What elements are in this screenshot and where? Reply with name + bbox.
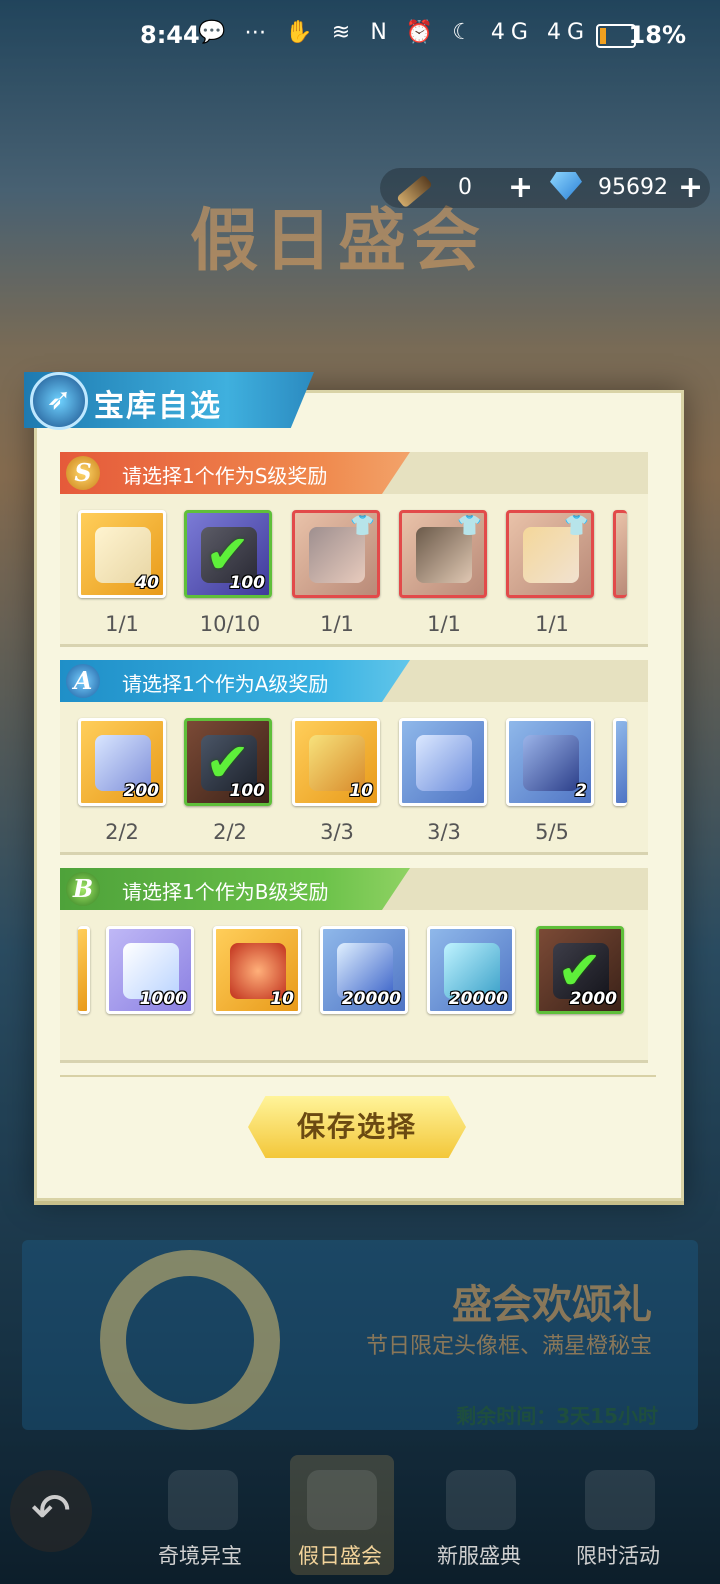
add-gems-button[interactable]: +	[678, 170, 703, 205]
item-count-label: 2/2	[213, 820, 247, 844]
a-reward-item[interactable]: 10	[292, 718, 380, 806]
item-count-label: 1/1	[535, 612, 569, 636]
outfit-badge-icon: 👕	[564, 513, 589, 537]
back-arrow-icon[interactable]: ↶	[10, 1470, 92, 1552]
s-section-title: 请选择1个作为S级奖励	[122, 464, 328, 488]
compass-icon: ➶	[30, 372, 88, 430]
item-count-label: 3/3	[427, 820, 461, 844]
nav-item-wonder-treasure[interactable]: 奇境异宝	[158, 1540, 242, 1570]
s-reward-item[interactable]: 40	[78, 510, 166, 598]
b-reward-item[interactable]: 20000	[320, 926, 408, 1014]
holiday-party-icon	[307, 1470, 377, 1530]
save-selection-button[interactable]: 保存选择	[248, 1096, 466, 1158]
a-reward-item-partial[interactable]	[613, 718, 627, 806]
rune-stone-icon	[523, 735, 579, 791]
welcome-time-left: 剩余时间：3天15小时	[456, 1404, 658, 1428]
welcome-title: 盛会欢颂礼	[452, 1282, 652, 1328]
nav-item-holiday-party[interactable]: 假日盛会	[298, 1540, 382, 1570]
outfit-badge-icon: 👕	[457, 513, 482, 537]
a-reward-item[interactable]	[399, 718, 487, 806]
wonder-treasure-icon	[168, 1470, 238, 1530]
item-count-label: 1/1	[427, 612, 461, 636]
gem-count: 95692	[598, 175, 668, 200]
status-bar: 8:44 💬 ⋯ ✋ ≋ N ⏰ ☾ 4G 4G 18%	[0, 0, 720, 70]
b-section-title: 请选择1个作为B级奖励	[122, 880, 329, 904]
s-grade-icon: S	[66, 456, 100, 490]
battery-percent: 18%	[628, 21, 686, 49]
flower-wreath-icon	[100, 1250, 280, 1430]
item-count-label: 10/10	[199, 612, 261, 636]
clock: 8:44	[140, 21, 200, 49]
currency-bar: 0 + 95692 +	[380, 168, 710, 209]
item-count-label: 2/2	[105, 820, 139, 844]
b-grade-icon: B	[66, 872, 100, 906]
a-reward-item[interactable]: 200	[78, 718, 166, 806]
a-section-title: 请选择1个作为A级奖励	[122, 672, 329, 696]
b-reward-item[interactable]: 20000	[427, 926, 515, 1014]
a-reward-item[interactable]: 2	[506, 718, 594, 806]
item-count-label: 5/5	[535, 820, 569, 844]
new-server-icon	[446, 1470, 516, 1530]
b-reward-item-partial[interactable]	[78, 926, 90, 1014]
item-count-label: 1/1	[105, 612, 139, 636]
s-reward-item-partial[interactable]	[613, 510, 627, 598]
add-item-button[interactable]: +	[508, 170, 533, 205]
telescope-icon	[396, 174, 433, 209]
b-reward-item[interactable]: ✔ 2000	[536, 926, 624, 1014]
a-grade-icon: A	[66, 664, 100, 698]
b-reward-item[interactable]: 1000	[106, 926, 194, 1014]
a-reward-item[interactable]: ✔ 100	[184, 718, 272, 806]
s-reward-item[interactable]: 👕	[292, 510, 380, 598]
item-count: 0	[458, 175, 472, 200]
welcome-subtitle: 节日限定头像框、满星橙秘宝	[365, 1334, 652, 1359]
s-reward-item[interactable]: 👕	[506, 510, 594, 598]
s-reward-item[interactable]: 👕	[399, 510, 487, 598]
b-reward-item[interactable]: 10	[213, 926, 301, 1014]
magic-fruit-icon	[416, 735, 472, 791]
item-count-label: 3/3	[320, 820, 354, 844]
notification-icons: 💬 ⋯ ✋ ≋	[198, 20, 357, 45]
modal-divider	[60, 1075, 656, 1077]
item-count-label: 1/1	[320, 612, 354, 636]
nav-item-new-server[interactable]: 新服盛典	[437, 1540, 521, 1570]
system-icons: N ⏰ ☾ 4G 4G	[370, 20, 590, 45]
modal-title: 宝库自选	[94, 389, 222, 424]
s-reward-item[interactable]: ✔ 100	[184, 510, 272, 598]
outfit-badge-icon: 👕	[350, 513, 375, 537]
diamond-icon	[550, 172, 582, 200]
nav-item-limited-event[interactable]: 限时活动	[576, 1540, 660, 1570]
hourglass-icon	[585, 1470, 655, 1530]
